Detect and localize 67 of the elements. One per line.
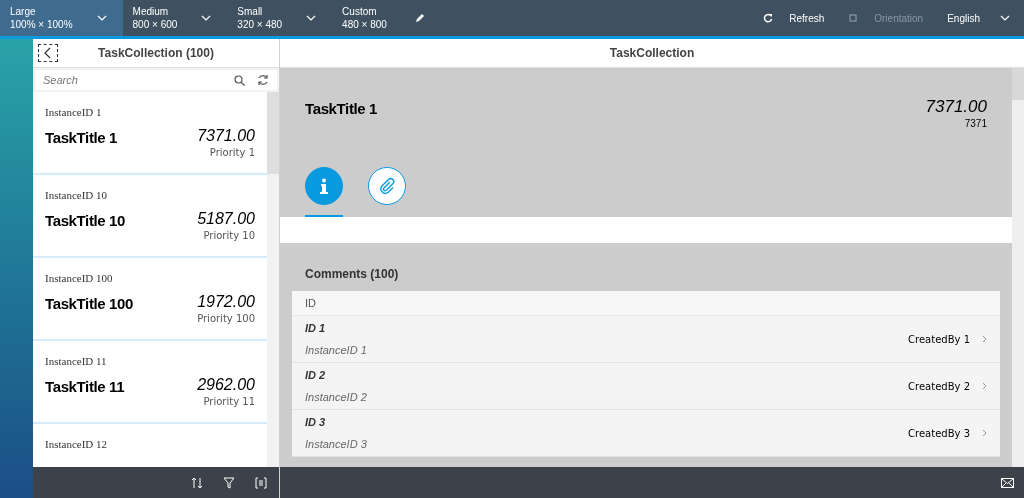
paperclip-icon	[378, 177, 396, 195]
back-button[interactable]	[38, 44, 58, 62]
search-icon[interactable]	[234, 74, 245, 86]
instance-id: InstanceID 12	[45, 437, 108, 452]
object-title: TaskTitle 1	[305, 99, 378, 119]
task-list-item[interactable]: InstanceID 100 TaskTitle 100 1972.00 Priority 100	[33, 258, 267, 341]
instance-id: InstanceID 11	[45, 354, 108, 369]
device-size-button[interactable]: Small 320 × 480	[227, 0, 333, 36]
amount: 5187.00	[197, 209, 255, 228]
task-list-item[interactable]: InstanceID 10 TaskTitle 10 5187.00 Priority 10	[33, 175, 267, 258]
pencil-icon	[414, 13, 425, 23]
attachment-tab[interactable]	[368, 167, 406, 205]
refresh-icon	[763, 13, 774, 23]
chevron-down-icon	[1000, 15, 1010, 21]
filter-button[interactable]	[223, 476, 235, 489]
orientation-button: Orientation	[836, 0, 936, 36]
amount: 7371.00	[197, 126, 255, 145]
task-title: TaskTitle 10	[45, 210, 125, 231]
email-button[interactable]	[1001, 477, 1014, 488]
amount: 2962.00	[197, 375, 255, 394]
task-title: TaskTitle 100	[45, 293, 133, 314]
instance-id: InstanceID 100	[45, 271, 114, 286]
scrollbar-thumb[interactable]	[1012, 68, 1024, 100]
object-amount: 7371.00	[925, 98, 987, 116]
amount: 1972.00	[197, 292, 255, 311]
task-list-item[interactable]: InstanceID 12	[33, 424, 267, 467]
info-tab[interactable]	[305, 167, 343, 205]
device-size-button[interactable]: Large 100% × 100%	[0, 0, 123, 36]
priority: Priority 1	[208, 145, 255, 160]
square-icon	[848, 13, 859, 23]
priority: Priority 10	[202, 228, 255, 243]
task-list-item[interactable]: InstanceID 11 TaskTitle 11 2962.00 Priority 11	[33, 341, 267, 424]
comment-id: ID 1	[305, 320, 327, 336]
object-amount-unit: 7371	[963, 117, 987, 131]
master-title: TaskCollection (100)	[97, 45, 215, 62]
task-list-item[interactable]: InstanceID 1 TaskTitle 1 7371.00 Priority 1	[33, 92, 267, 175]
scrollbar-thumb[interactable]	[267, 92, 279, 174]
comments-title: Comments (100)	[304, 266, 400, 283]
created-by: CreatedBy 3	[908, 426, 970, 441]
created-by: CreatedBy 1	[908, 332, 970, 347]
language-select[interactable]: English	[935, 0, 1024, 36]
refresh-icon[interactable]	[257, 74, 269, 86]
instance-id: InstanceID 1	[45, 105, 103, 120]
task-title: TaskTitle 11	[45, 376, 125, 397]
info-icon	[317, 178, 331, 194]
sort-button[interactable]	[191, 476, 203, 489]
search-bar[interactable]: Search	[35, 70, 277, 90]
created-by: CreatedBy 2	[908, 379, 970, 394]
comment-instance-id: InstanceID 1	[305, 343, 368, 358]
instance-id: InstanceID 10	[45, 188, 108, 203]
chevron-left-icon	[44, 47, 52, 59]
detail-title: TaskCollection	[609, 45, 695, 62]
comment-id: ID 3	[305, 414, 327, 430]
chevron-right-icon	[982, 382, 987, 390]
comment-instance-id: InstanceID 2	[305, 390, 368, 405]
device-size-button[interactable]: Medium 800 × 600	[122, 0, 228, 36]
group-button[interactable]	[255, 476, 267, 489]
comment-instance-id: InstanceID 3	[305, 437, 368, 452]
chevron-right-icon	[982, 335, 987, 343]
task-title: TaskTitle 1	[45, 127, 118, 148]
device-size-button[interactable]: Custom 480 × 800	[332, 0, 403, 36]
priority: Priority 11	[202, 394, 255, 409]
chevron-right-icon	[982, 429, 987, 437]
column-header: ID	[305, 295, 316, 311]
priority: Priority 100	[197, 311, 255, 326]
comment-id: ID 2	[305, 367, 327, 383]
refresh-button[interactable]: Refresh	[751, 0, 837, 36]
